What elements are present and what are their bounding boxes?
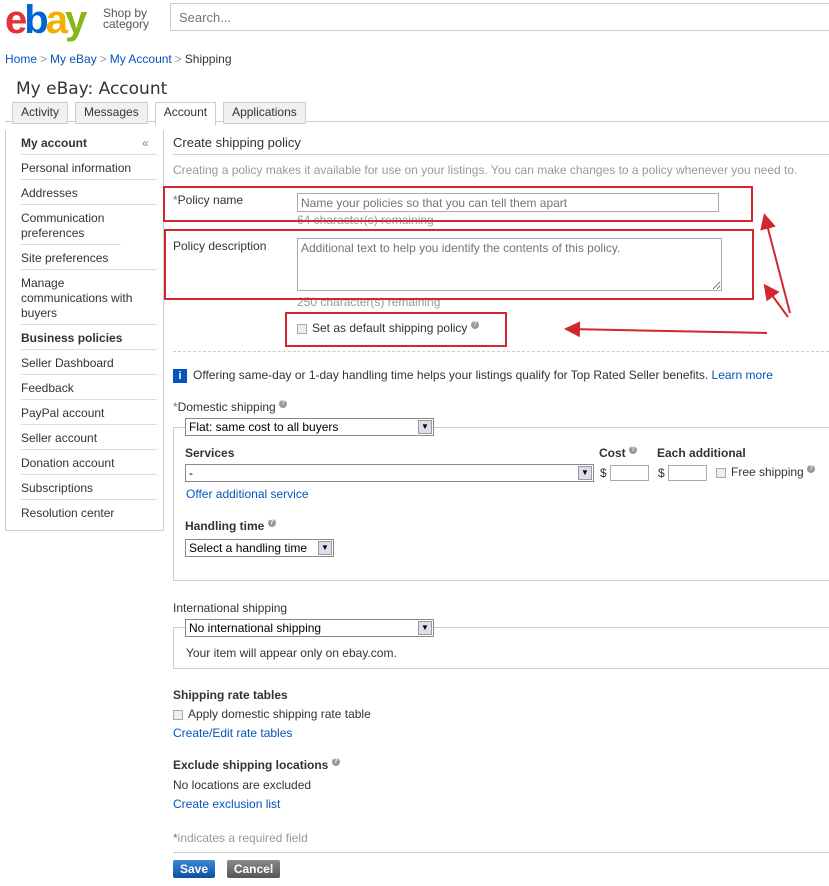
sidebar-item-resolution-center[interactable]: Resolution center [21,506,157,524]
divider [173,154,829,155]
each-additional-label: Each additional [657,446,746,460]
offer-additional-service-link[interactable]: Offer additional service [186,487,309,501]
free-shipping-checkbox[interactable] [716,467,726,478]
free-shipping-option: Free shipping ? [716,465,816,479]
search-input[interactable] [170,3,829,31]
tabs: Activity Messages Account Applications [12,102,306,126]
sidebar-item-communication-preferences[interactable]: Communication preferences [21,211,121,245]
sidebar-item-label: Manage communications with buyers [21,276,133,320]
learn-more-link[interactable]: Learn more [712,368,773,382]
label-text: Exclude shipping locations [173,758,329,772]
breadcrumb-home[interactable]: Home [5,52,37,66]
sidebar-item-donation-account[interactable]: Donation account [21,456,157,475]
handling-time-select[interactable]: Select a handling time ▼ [185,539,334,557]
rate-table-label: Apply domestic shipping rate table [188,707,371,721]
currency-symbol: $ [600,466,607,480]
breadcrumb: Home > My eBay > My Account > Shipping [5,52,232,66]
required-note: *indicates a required field [173,831,308,845]
breadcrumb-my-ebay[interactable]: My eBay [50,52,97,66]
international-note: Your item will appear only on ebay.com. [186,646,397,660]
sidebar-item-business-policies[interactable]: Business policies [21,331,157,350]
domestic-shipping-select[interactable]: Flat: same cost to all buyers ▼ [185,418,434,436]
category-label: category [103,17,150,31]
sidebar: « My account Personal information Addres… [5,130,164,531]
form-heading: Create shipping policy [173,135,301,150]
free-shipping-label: Free shipping [731,465,804,479]
divider [173,351,829,352]
help-icon[interactable]: ? [267,519,276,527]
page-title: My eBay: Account [16,79,168,99]
create-exclusion-list-link[interactable]: Create exclusion list [173,797,280,811]
rate-tables-label: Shipping rate tables [173,688,288,702]
sidebar-item-addresses[interactable]: Addresses [21,186,157,205]
sidebar-item-seller-account[interactable]: Seller account [21,431,157,450]
help-icon[interactable]: ? [807,465,816,473]
annotation-arrows [564,213,791,338]
sidebar-item-feedback[interactable]: Feedback [21,381,157,400]
ebay-logo[interactable]: ebay [5,0,87,43]
breadcrumb-my-account[interactable]: My Account [110,52,172,66]
breadcrumb-current: Shipping [184,52,232,66]
tab-activity[interactable]: Activity [12,102,69,124]
rate-table-checkbox[interactable] [173,709,183,720]
chevron-down-icon: ▼ [418,621,432,635]
annotation-box [285,312,507,347]
help-icon[interactable]: ? [629,446,638,454]
info-icon: i [173,369,187,383]
tab-account[interactable]: Account [154,102,217,126]
label-text: Handling time [185,519,265,533]
sidebar-item-paypal-account[interactable]: PayPal account [21,406,157,425]
handling-time-label: Handling time ? [185,519,276,533]
divider [173,852,829,853]
sidebar-item-site-preferences[interactable]: Site preferences [21,251,157,270]
chevron-down-icon: ▼ [418,420,432,434]
sidebar-item-personal-information[interactable]: Personal information [21,161,157,180]
sidebar-item-manage-communications[interactable]: Manage communications with buyers [21,276,157,325]
label-text: Domestic shipping [177,400,276,414]
sidebar-item-seller-dashboard[interactable]: Seller Dashboard [21,356,157,375]
exclude-locations-label: Exclude shipping locations ? [173,758,340,772]
select-value: No international shipping [189,621,322,635]
cost-label: Cost ? [599,446,638,460]
label-text: indicates a required field [177,831,308,845]
info-text: Offering same-day or 1-day handling time… [193,368,709,382]
chevron-down-icon: ▼ [318,541,332,555]
select-value: - [189,466,193,480]
select-value: Select a handling time [189,541,308,555]
cost-input[interactable] [610,465,649,481]
currency-symbol: $ [658,466,665,480]
label-text: Cost [599,446,626,460]
sidebar-item-my-account[interactable]: My account [21,136,157,155]
rate-table-option: Apply domestic shipping rate table [173,707,371,721]
international-shipping-select[interactable]: No international shipping ▼ [185,619,434,637]
chevron-down-icon: ▼ [578,466,592,480]
tab-messages[interactable]: Messages [75,102,148,124]
services-select[interactable]: - ▼ [185,464,594,482]
info-message: i Offering same-day or 1-day handling tim… [173,368,773,383]
international-shipping-label: International shipping [173,601,288,615]
each-additional-input[interactable] [668,465,707,481]
save-button[interactable]: Save [173,860,215,878]
select-value: Flat: same cost to all buyers [189,420,339,434]
create-edit-rate-tables-link[interactable]: Create/Edit rate tables [173,726,292,740]
services-label: Services [185,446,235,460]
help-icon[interactable]: ? [331,758,340,766]
sidebar-item-subscriptions[interactable]: Subscriptions [21,481,157,500]
form-intro: Creating a policy makes it available for… [173,163,798,177]
cancel-button[interactable]: Cancel [227,860,280,878]
tab-applications[interactable]: Applications [223,102,306,124]
domestic-shipping-label: *Domestic shipping ? [173,400,288,414]
help-icon[interactable]: ? [279,400,288,408]
exclude-note: No locations are excluded [173,778,312,792]
shop-by-category[interactable]: Shop by category [103,7,150,31]
